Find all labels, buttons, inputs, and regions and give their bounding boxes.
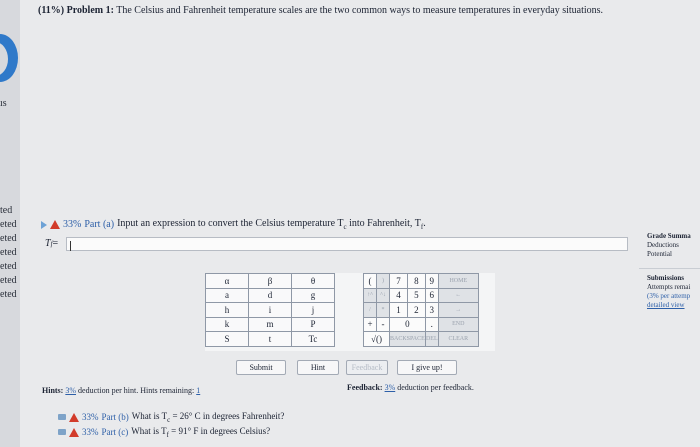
part-status-icon [58, 414, 66, 421]
hints-info: Hints: 3% deduction per hint. Hints rema… [42, 386, 201, 395]
grade-summary: Grade Summa Deductions Potential [647, 232, 691, 258]
key-alpha[interactable]: α [205, 273, 249, 289]
answer-label: Tf = [45, 238, 59, 249]
key-right-arrow[interactable]: → [437, 302, 479, 318]
left-strip-item[interactable]: eted [0, 261, 17, 272]
key-left-arrow[interactable]: ← [437, 287, 479, 303]
key-power[interactable]: ↑^ [363, 287, 377, 303]
key-4[interactable]: 4 [389, 287, 408, 303]
problem-header: (11%) Problem 1: The Celsius and Fahrenh… [38, 5, 604, 16]
key-a[interactable]: a [205, 287, 249, 303]
key-k[interactable]: k [205, 316, 249, 332]
part-b-row[interactable]: 33% Part (b) What is Tc = 26° C in degre… [58, 411, 284, 424]
key-del[interactable]: DEL [424, 331, 439, 347]
key-close-paren[interactable]: ) [376, 273, 390, 289]
warning-icon [50, 220, 60, 229]
feedback-button[interactable]: Feedback [346, 360, 388, 375]
left-strip-item[interactable]: eted [0, 247, 17, 258]
part-c-row[interactable]: 33% Part (c) What is Tf = 91° F in degre… [58, 426, 270, 439]
detailed-view-link[interactable]: detailed view [647, 301, 690, 310]
key-subscript[interactable]: ^↓ [376, 287, 390, 303]
variable-grid: αβθ adg hij kmP St Tc [205, 273, 335, 347]
key-s[interactable]: S [205, 331, 249, 347]
key-multiply[interactable]: * [376, 302, 390, 318]
key-d[interactable]: d [248, 287, 292, 303]
key-1[interactable]: 1 [389, 302, 408, 318]
key-i[interactable]: i [248, 302, 292, 318]
symbol-keypad: αβθ adg hij kmP St Tc ( ) 7 8 9 HOME ↑^ ^… [205, 273, 495, 351]
feedback-info: Feedback: 3% deduction per feedback. [347, 383, 474, 392]
key-clear[interactable]: CLEAR [437, 331, 479, 347]
key-home[interactable]: HOME [437, 273, 479, 289]
key-2[interactable]: 2 [406, 302, 426, 318]
key-divide[interactable]: / [363, 302, 377, 318]
expand-play-icon[interactable] [41, 220, 47, 229]
left-strip-label: ıs [0, 98, 7, 109]
left-strip-item[interactable]: eted [0, 289, 17, 300]
part-status-icon [58, 429, 66, 436]
left-strip-item[interactable]: ted [0, 205, 12, 216]
warning-icon [69, 427, 79, 437]
key-tc[interactable]: Tc [291, 331, 335, 347]
key-p[interactable]: P [291, 316, 335, 332]
hint-button[interactable]: Hint [297, 360, 339, 375]
key-m[interactable]: m [248, 316, 292, 332]
sidebar-divider [639, 268, 700, 269]
key-g[interactable]: g [291, 287, 335, 303]
key-theta[interactable]: θ [291, 273, 335, 289]
key-3[interactable]: 3 [424, 302, 439, 318]
text-cursor [70, 241, 71, 251]
answer-input[interactable] [66, 237, 628, 251]
key-backspace[interactable]: BACKSPACE [389, 331, 426, 347]
key-9[interactable]: 9 [424, 273, 439, 289]
left-strip-item[interactable]: eted [0, 275, 17, 286]
left-strip-item[interactable]: eted [0, 219, 17, 230]
key-h[interactable]: h [205, 302, 249, 318]
key-0[interactable]: 0 [389, 316, 426, 332]
problem-text: The Celsius and Fahrenheit temperature s… [116, 5, 604, 16]
key-8[interactable]: 8 [406, 273, 426, 289]
key-sqrt[interactable]: √() [363, 331, 390, 347]
warning-icon [69, 412, 79, 422]
key-7[interactable]: 7 [389, 273, 408, 289]
submit-button[interactable]: Submit [236, 360, 286, 375]
key-open-paren[interactable]: ( [363, 273, 377, 289]
left-strip-item[interactable]: eted [0, 233, 17, 244]
key-t[interactable]: t [248, 331, 292, 347]
key-beta[interactable]: β [248, 273, 292, 289]
give-up-button[interactable]: I give up! [397, 360, 457, 375]
key-j[interactable]: j [291, 302, 335, 318]
key-5[interactable]: 5 [406, 287, 426, 303]
operator-grid: ( ) 7 8 9 HOME ↑^ ^↓ 4 5 6 ← / * 1 2 3 →… [363, 273, 479, 347]
key-end[interactable]: END [437, 316, 479, 332]
key-6[interactable]: 6 [424, 287, 439, 303]
key-plus[interactable]: + [363, 316, 377, 332]
part-a-header: 33% Part (a) Input an expression to conv… [41, 218, 426, 231]
submissions-summary: Submissions Attempts remai (3% per attem… [647, 274, 691, 310]
hints-remaining: 1 [196, 386, 201, 395]
key-decimal[interactable]: . [424, 316, 439, 332]
key-minus[interactable]: - [376, 316, 390, 332]
